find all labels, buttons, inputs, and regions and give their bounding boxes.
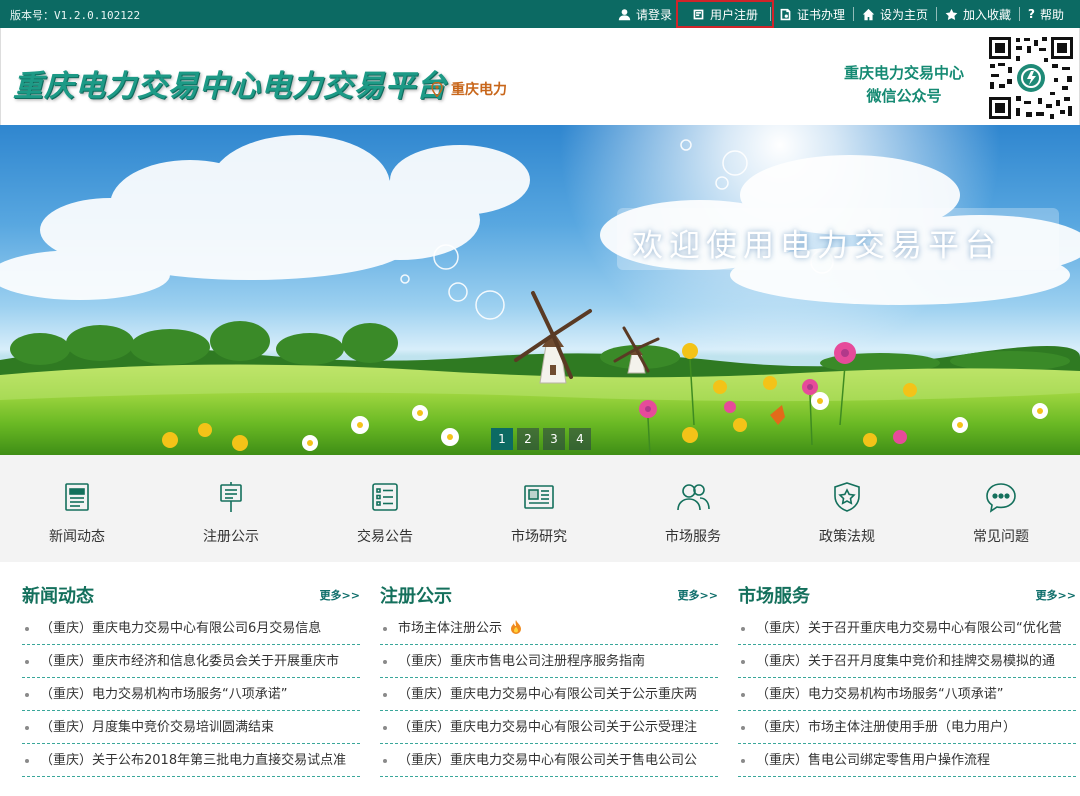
list-item[interactable]: （重庆）重庆市售电公司注册程序服务指南 bbox=[380, 645, 718, 678]
list-item[interactable]: （重庆）重庆市经济和信息化委员会关于开展重庆市 bbox=[22, 645, 360, 678]
service-column-title: 市场服务 bbox=[738, 586, 810, 607]
registration-column-title: 注册公示 bbox=[380, 586, 452, 607]
quicknav-service[interactable]: 市场服务 bbox=[616, 455, 770, 562]
set-homepage-link[interactable]: 设为主页 bbox=[854, 4, 936, 24]
list-icon bbox=[372, 483, 398, 511]
banner-scenery-image bbox=[0, 125, 1080, 455]
quicknav-news-label: 新闻动态 bbox=[49, 529, 105, 545]
quick-nav: 新闻动态 注册公示 交易公告 市场研究 市场服务 政策法规 常见问题 bbox=[0, 455, 1080, 562]
registration-list: 市场主体注册公示 （重庆）重庆市售电公司注册程序服务指南 （重庆）重庆电力交易中… bbox=[380, 612, 718, 777]
list-item[interactable]: （重庆）电力交易机构市场服务“八项承诺” bbox=[22, 678, 360, 711]
list-item[interactable]: （重庆）关于召开重庆电力交易中心有限公司“优化营 bbox=[738, 612, 1076, 645]
carousel-page-1[interactable]: 1 bbox=[491, 428, 513, 450]
carousel-pager: 1 2 3 4 bbox=[491, 428, 591, 450]
list-item[interactable]: （重庆）市场主体注册使用手册（电力用户） bbox=[738, 711, 1076, 744]
register-label: 用户注册 bbox=[709, 7, 758, 22]
list-item[interactable]: （重庆）重庆电力交易中心有限公司关于售电公司公 bbox=[380, 744, 718, 777]
quicknav-announcement[interactable]: 交易公告 bbox=[308, 455, 462, 562]
wechat-caption-line2: 微信公众号 bbox=[866, 87, 942, 105]
quicknav-policy[interactable]: 政策法规 bbox=[770, 455, 924, 562]
list-item[interactable]: （重庆）月度集中竞价交易培训圆满结束 bbox=[22, 711, 360, 744]
carousel-page-3[interactable]: 3 bbox=[543, 428, 565, 450]
list-item[interactable]: （重庆）关于公布2018年第三批电力直接交易试点准 bbox=[22, 744, 360, 777]
site-title: 重庆电力交易中心电力交易平台 bbox=[13, 69, 447, 104]
report-icon bbox=[524, 485, 554, 509]
question-icon: ? bbox=[1028, 7, 1035, 21]
location-pin-icon bbox=[431, 81, 443, 97]
list-item[interactable]: （重庆）重庆电力交易中心有限公司关于公示受理注 bbox=[380, 711, 718, 744]
quicknav-news[interactable]: 新闻动态 bbox=[0, 455, 154, 562]
add-favorite-label: 加入收藏 bbox=[963, 7, 1012, 22]
news-column: 新闻动态 更多>> （重庆）重庆电力交易中心有限公司6月交易信息 （重庆）重庆市… bbox=[22, 578, 360, 777]
top-bar: 版本号：V1.2.0.102122 请登录 用户注册 证书办理 设为主页 加入收… bbox=[0, 0, 1080, 28]
wechat-caption-line1: 重庆电力交易中心 bbox=[843, 64, 964, 82]
news-list: （重庆）重庆电力交易中心有限公司6月交易信息 （重庆）重庆市经济和信息化委员会关… bbox=[22, 612, 360, 777]
service-list: （重庆）关于召开重庆电力交易中心有限公司“优化营 （重庆）关于召开月度集中竞价和… bbox=[738, 612, 1076, 777]
service-more-link[interactable]: 更多>> bbox=[1036, 587, 1076, 603]
news-column-title: 新闻动态 bbox=[22, 586, 94, 607]
signboard-icon bbox=[220, 482, 242, 512]
login-link[interactable]: 请登录 bbox=[610, 4, 680, 24]
newspaper-icon bbox=[65, 483, 89, 511]
welcome-text: 欢迎使用电力交易平台 bbox=[632, 228, 1002, 264]
registration-more-link[interactable]: 更多>> bbox=[678, 587, 718, 603]
certificate-icon bbox=[780, 8, 791, 20]
list-item-text: 市场主体注册公示 bbox=[398, 621, 503, 636]
list-item[interactable]: （重庆）售电公司绑定零售用户操作流程 bbox=[738, 744, 1076, 777]
user-icon bbox=[618, 8, 631, 20]
help-link[interactable]: ? 帮助 bbox=[1020, 4, 1072, 24]
hero-banner[interactable]: 欢迎使用电力交易平台 1 2 3 4 bbox=[0, 125, 1080, 455]
chat-bubble-icon bbox=[986, 483, 1016, 513]
quicknav-registration-label: 注册公示 bbox=[203, 529, 259, 545]
quicknav-faq-label: 常见问题 bbox=[973, 529, 1029, 545]
news-more-link[interactable]: 更多>> bbox=[320, 587, 360, 603]
list-item[interactable]: （重庆）重庆电力交易中心有限公司关于公示重庆两 bbox=[380, 678, 718, 711]
list-item[interactable]: （重庆）关于召开月度集中竞价和挂牌交易模拟的通 bbox=[738, 645, 1076, 678]
hot-flame-icon bbox=[511, 620, 522, 634]
service-column-header: 市场服务 更多>> bbox=[738, 578, 1076, 612]
register-card-icon bbox=[693, 9, 704, 19]
quicknav-research-label: 市场研究 bbox=[511, 529, 567, 545]
help-label: 帮助 bbox=[1039, 7, 1064, 22]
list-item[interactable]: 市场主体注册公示 bbox=[380, 612, 718, 645]
home-icon bbox=[862, 8, 875, 20]
star-icon bbox=[945, 8, 958, 20]
news-column-header: 新闻动态 更多>> bbox=[22, 578, 360, 612]
version-label: 版本号：V1.2.0.102122 bbox=[10, 9, 141, 22]
service-column: 市场服务 更多>> （重庆）关于召开重庆电力交易中心有限公司“优化营 （重庆）关… bbox=[738, 578, 1076, 777]
quicknav-announcement-label: 交易公告 bbox=[357, 529, 413, 545]
users-icon bbox=[677, 484, 710, 511]
add-favorite-link[interactable]: 加入收藏 bbox=[937, 4, 1019, 24]
site-header: 重庆电力交易中心电力交易平台 重庆电力 重庆电力交易中心 微信公众号 bbox=[0, 28, 1080, 125]
wechat-caption: 重庆电力交易中心 微信公众号 bbox=[829, 62, 979, 108]
quicknav-service-label: 市场服务 bbox=[665, 529, 721, 545]
certificate-link[interactable]: 证书办理 bbox=[771, 4, 853, 24]
wechat-qr-code bbox=[986, 34, 1076, 122]
certificate-label: 证书办理 bbox=[796, 7, 845, 22]
list-item[interactable]: （重庆）重庆电力交易中心有限公司6月交易信息 bbox=[22, 612, 360, 645]
carousel-page-4[interactable]: 4 bbox=[569, 428, 591, 450]
quicknav-policy-label: 政策法规 bbox=[819, 529, 875, 545]
registration-column-header: 注册公示 更多>> bbox=[380, 578, 718, 612]
registration-column: 注册公示 更多>> 市场主体注册公示 （重庆）重庆市售电公司注册程序服务指南 （… bbox=[380, 578, 718, 777]
register-link[interactable]: 用户注册 bbox=[675, 0, 774, 28]
region-label: 重庆电力 bbox=[451, 82, 507, 98]
quicknav-research[interactable]: 市场研究 bbox=[462, 455, 616, 562]
login-label: 请登录 bbox=[635, 7, 672, 22]
quicknav-registration[interactable]: 注册公示 bbox=[154, 455, 308, 562]
shield-star-icon bbox=[834, 482, 860, 512]
quicknav-faq[interactable]: 常见问题 bbox=[924, 455, 1078, 562]
list-item[interactable]: （重庆）电力交易机构市场服务“八项承诺” bbox=[738, 678, 1076, 711]
carousel-page-2[interactable]: 2 bbox=[517, 428, 539, 450]
region-selector[interactable]: 重庆电力 bbox=[431, 79, 507, 99]
top-links: 请登录 用户注册 证书办理 设为主页 加入收藏 ? 帮助 bbox=[610, 0, 1072, 28]
set-homepage-label: 设为主页 bbox=[879, 7, 928, 22]
